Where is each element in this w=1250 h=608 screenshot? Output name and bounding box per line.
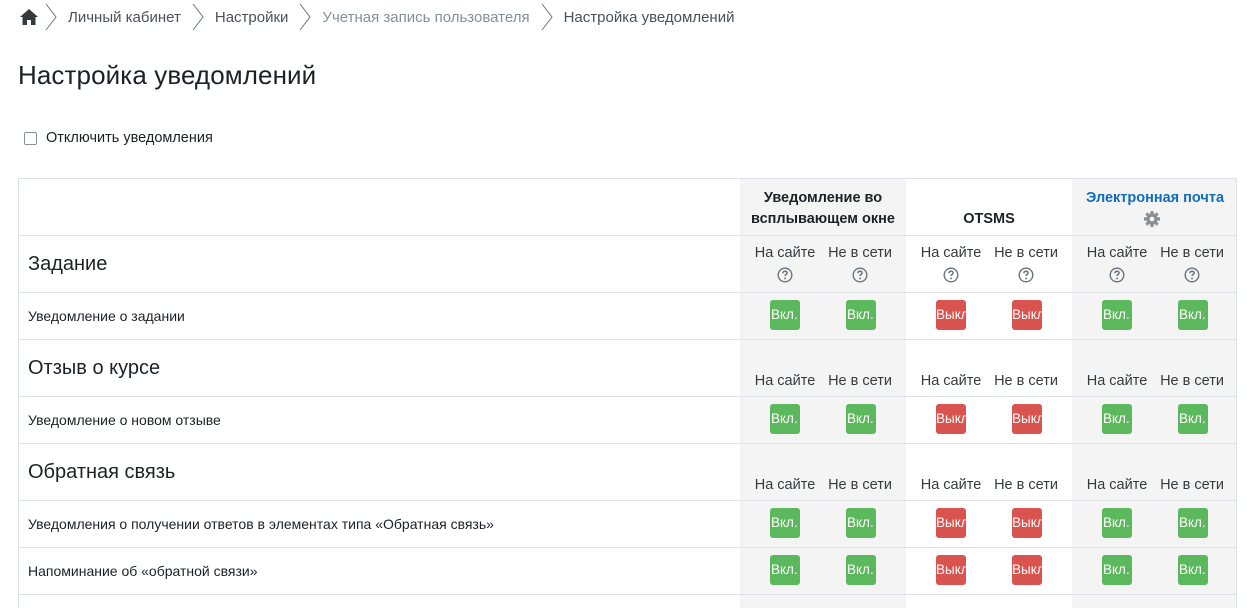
toggle-on-button[interactable]: Вкл. [1102,404,1132,434]
notification-type-label: Уведомление о новом отзыве [28,412,221,428]
help-icon[interactable] [1018,267,1034,283]
section-title: Обратная связь [28,461,176,483]
toggle-on-button[interactable]: Вкл. [1178,508,1208,538]
disable-notifications-label: Отключить уведомления [46,130,213,146]
toggle-on-button[interactable]: Вкл. [846,300,876,330]
toggle-on-button[interactable]: Вкл. [846,404,876,434]
state-label-online: На сайте [920,373,982,389]
toggle-off-button[interactable]: Выкл. [936,555,966,585]
row-divider [19,500,1236,501]
popup-column-shade [740,179,906,608]
state-label-online: На сайте [920,245,982,261]
breadcrumb-preferences[interactable]: Настройки [215,9,289,26]
toggle-off-button[interactable]: Выкл. [1012,555,1042,585]
breadcrumb-current: Настройка уведомлений [563,8,735,26]
row-divider [19,292,1236,293]
toggle-on-button[interactable]: Вкл. [770,555,800,585]
notification-type-label: Напоминание об «обратной связи» [28,563,258,579]
state-label-online: На сайте [1086,245,1148,261]
state-label-offline: Не в сети [1160,373,1224,389]
help-icon[interactable] [1109,267,1125,283]
state-label-offline: Не в сети [994,373,1058,389]
home-icon[interactable] [18,6,40,28]
state-label-online: На сайте [1086,373,1148,389]
disable-notifications-checkbox[interactable] [24,131,37,145]
breadcrumb-dashboard[interactable]: Личный кабинет [68,9,181,26]
state-label-offline: Не в сети [994,477,1058,493]
gear-icon[interactable] [1143,210,1161,228]
help-icon[interactable] [1184,267,1200,283]
toggle-on-button[interactable]: Вкл. [1102,555,1132,585]
chevron-right-icon [536,0,558,34]
toggle-on-button[interactable]: Вкл. [1178,404,1208,434]
help-icon[interactable] [777,267,793,283]
toggle-off-button[interactable]: Выкл. [936,404,966,434]
help-icon[interactable] [852,267,868,283]
row-divider [19,443,1236,444]
state-label-online: На сайте [920,477,982,493]
processor-otsms-header: OTSMS [963,211,1015,227]
row-divider [19,594,1236,595]
notification-type-label: Уведомление о задании [28,308,185,324]
row-divider [19,339,1236,340]
state-label-offline: Не в сети [828,245,892,261]
help-icon[interactable] [943,267,959,283]
chevron-right-icon [187,0,209,34]
state-label-online: На сайте [754,245,816,261]
processor-popup-header: Уведомление во всплывающем окне [751,190,895,227]
toggle-on-button[interactable]: Вкл. [846,508,876,538]
state-label-offline: Не в сети [828,373,892,389]
toggle-on-button[interactable]: Вкл. [1178,300,1208,330]
processor-email-link[interactable]: Электронная почта [1086,190,1224,206]
chevron-right-icon [294,0,316,34]
email-column-shade [1072,179,1236,608]
chevron-right-icon [40,0,62,34]
state-label-offline: Не в сети [1160,245,1224,261]
breadcrumb: Личный кабинет Настройки Учетная запись … [18,0,734,34]
state-label-online: На сайте [754,477,816,493]
state-label-offline: Не в сети [828,477,892,493]
notification-preferences-table: Уведомление во всплывающем окне OTSMS Эл… [18,178,1237,608]
toggle-off-button[interactable]: Выкл. [936,300,966,330]
toggle-on-button[interactable]: Вкл. [846,555,876,585]
toggle-on-button[interactable]: Вкл. [770,300,800,330]
section-title: Задание [28,253,108,275]
disable-notifications-row: Отключить уведомления [24,130,213,146]
state-label-online: На сайте [1086,477,1148,493]
processor-email-header: Электронная почта [1072,188,1236,209]
section-title: Отзыв о курсе [28,357,161,379]
toggle-off-button[interactable]: Выкл. [936,508,966,538]
toggle-on-button[interactable]: Вкл. [770,508,800,538]
toggle-off-button[interactable]: Выкл. [1012,404,1042,434]
page-title: Настройка уведомлений [18,60,317,90]
row-divider [19,547,1236,548]
row-divider [19,396,1236,397]
state-label-offline: Не в сети [994,245,1058,261]
toggle-on-button[interactable]: Вкл. [1102,300,1132,330]
notification-type-label: Уведомления о получении ответов в элемен… [28,516,494,532]
state-label-online: На сайте [754,373,816,389]
toggle-off-button[interactable]: Выкл. [1012,508,1042,538]
toggle-on-button[interactable]: Вкл. [1102,508,1132,538]
toggle-on-button[interactable]: Вкл. [1178,555,1208,585]
state-label-offline: Не в сети [1160,477,1224,493]
toggle-off-button[interactable]: Выкл. [1012,300,1042,330]
row-divider [19,235,1236,236]
toggle-on-button[interactable]: Вкл. [770,404,800,434]
breadcrumb-user-account: Учетная запись пользователя [322,8,530,26]
